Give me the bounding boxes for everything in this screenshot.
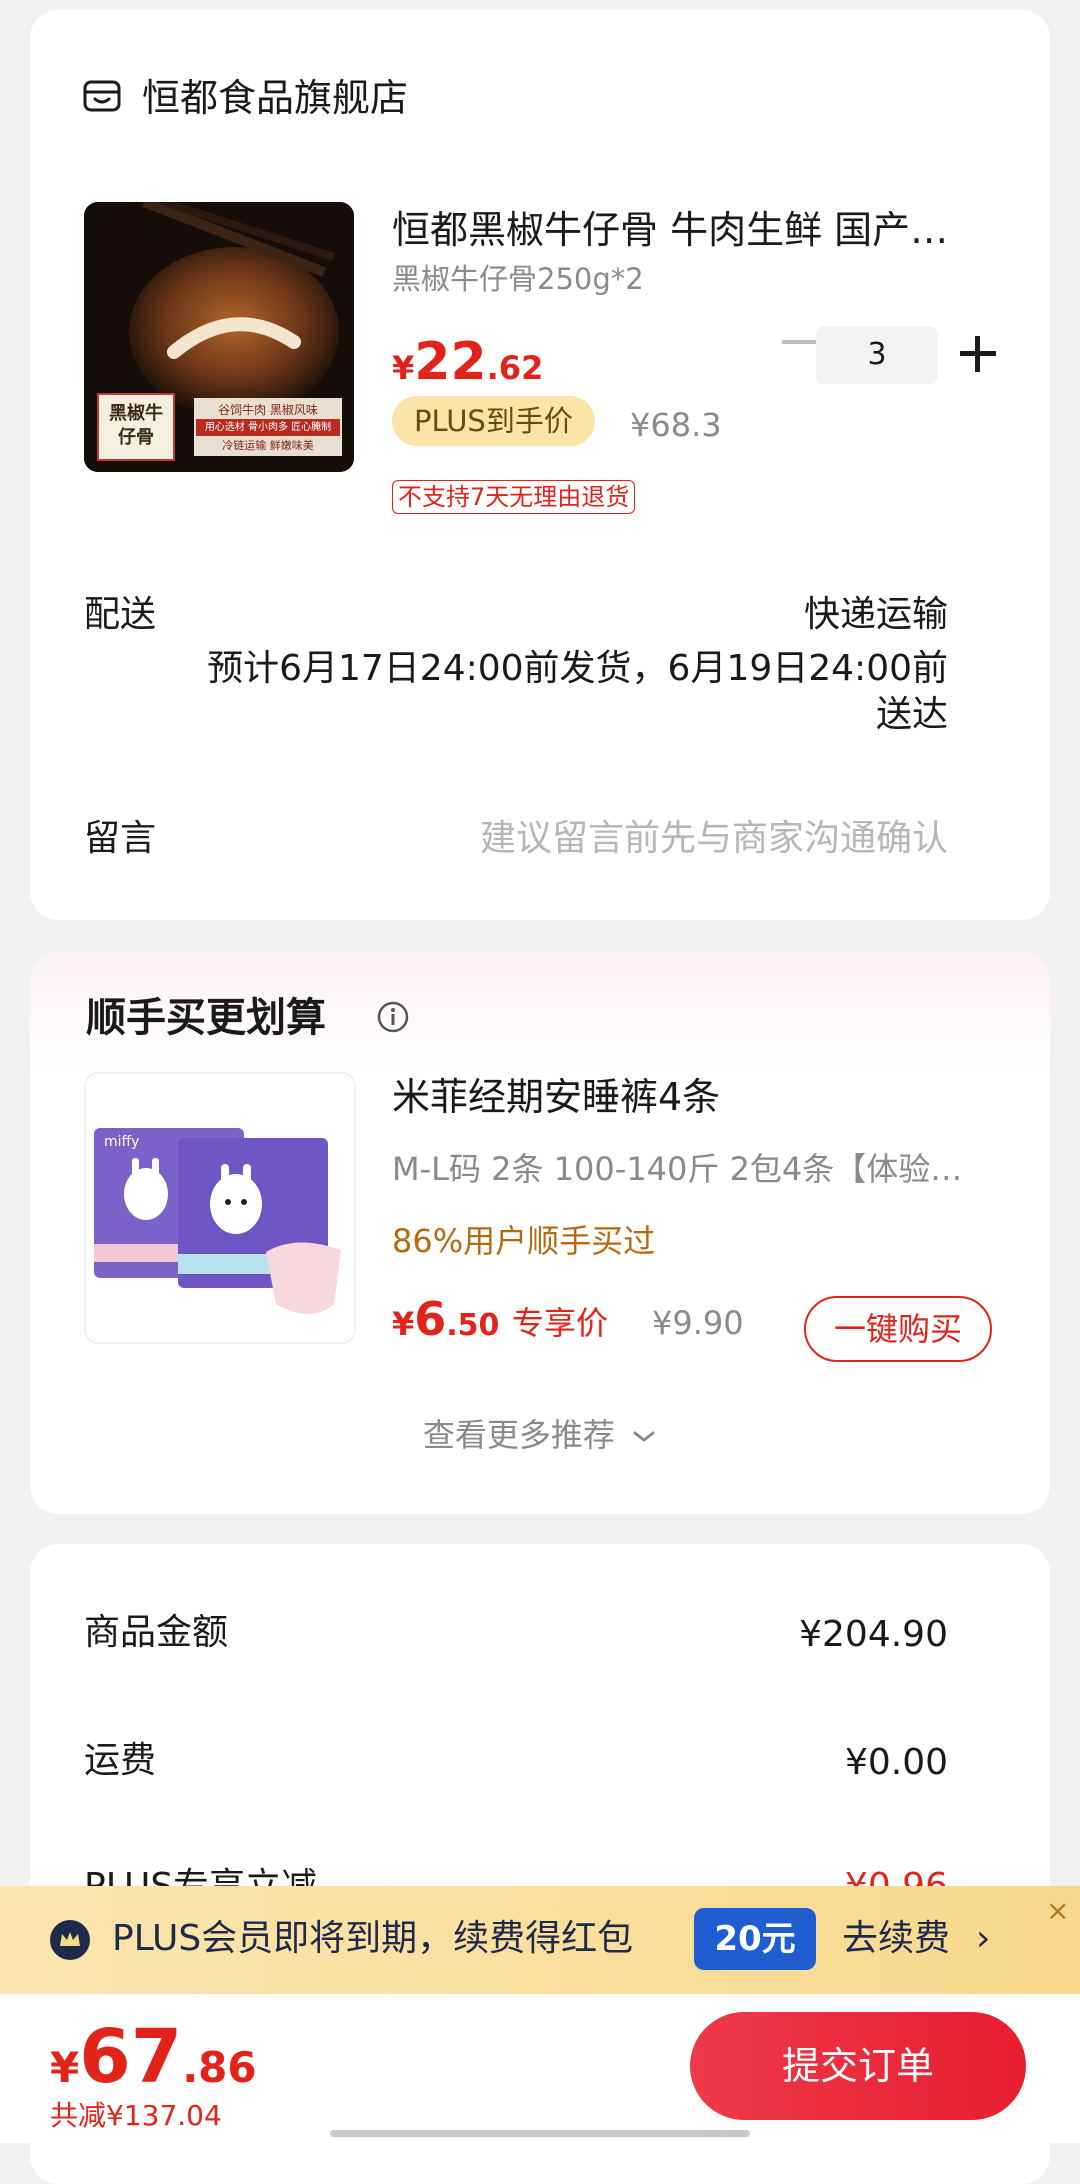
goods-amount-value: ¥204.90	[799, 1614, 948, 1655]
store-name[interactable]: 恒都食品旗舰店	[142, 74, 408, 122]
original-price: ¥68.3	[630, 406, 722, 444]
message-label: 留言	[84, 818, 157, 859]
quantity-decrease-button[interactable]	[782, 340, 818, 344]
checkout-bar: ¥67.86 共减¥137.04 提交订单	[0, 1994, 1080, 2143]
rec-price-currency: ¥	[392, 1305, 415, 1343]
rec-price-integer: 6	[414, 1292, 447, 1346]
image-caption-right-2: 用心选材 骨小肉多 匠心腌制	[196, 419, 340, 436]
info-icon[interactable]	[376, 1000, 410, 1034]
recommend-original-price: ¥9.90	[652, 1304, 744, 1342]
more-recommendations-label: 查看更多推荐	[422, 1416, 615, 1454]
product-spec[interactable]: 黑椒牛仔骨250g*2	[392, 260, 644, 298]
plus-red-packet-amount: 20元	[694, 1908, 816, 1970]
return-policy-tag: 不支持7天无理由退货	[392, 480, 636, 514]
recommend-price: ¥6.50	[392, 1292, 499, 1346]
product-title[interactable]: 恒都黑椒牛仔骨 牛肉生鲜 国产…	[392, 206, 982, 254]
goods-amount-label: 商品金额	[84, 1612, 229, 1653]
quantity-increase-button[interactable]	[960, 336, 996, 372]
plus-crown-icon	[50, 1920, 90, 1960]
freight-value: ¥0.00	[844, 1742, 948, 1783]
plus-renew-link[interactable]: 去续费	[842, 1914, 950, 1964]
store-icon	[83, 80, 121, 112]
more-recommendations-link[interactable]: 查看更多推荐	[30, 1414, 1050, 1456]
home-indicator[interactable]	[330, 2130, 750, 2137]
price-currency: ¥	[392, 349, 415, 387]
quantity-input[interactable]: 3	[816, 326, 938, 384]
price-integer: 22	[414, 332, 487, 392]
store-card: 恒都食品旗舰店 黑椒牛仔骨 谷饲牛肉 黑椒风味 用心选材 骨小肉多 匠心腌制 冷…	[30, 10, 1050, 920]
rec-price-decimal: .50	[446, 1308, 500, 1343]
total-currency: ¥	[50, 2043, 80, 2092]
plus-banner-text: PLUS会员即将到期，续费得红包	[112, 1918, 634, 1959]
exclusive-price-label: 专享价	[512, 1304, 609, 1342]
recommend-item-name[interactable]: 米菲经期安睡裤4条	[392, 1072, 720, 1122]
freight-label: 运费	[84, 1740, 157, 1781]
total-integer: 67	[79, 2014, 183, 2100]
shipping-date: 预计6月17日24:00前发货，6月19日24:00前送达	[207, 648, 948, 735]
total-price: ¥67.86	[50, 2014, 257, 2100]
shipping-method[interactable]: 快递运输	[804, 592, 948, 638]
recommend-title: 顺手买更划算	[86, 995, 326, 1041]
close-icon[interactable]: ×	[1046, 1896, 1069, 1926]
product-price: ¥22.62	[392, 332, 543, 392]
image-caption-right-1: 谷饲牛肉 黑椒风味	[218, 403, 318, 417]
submit-order-button[interactable]: 提交订单	[690, 2012, 1026, 2120]
message-input[interactable]: 建议留言前先与商家沟通确认	[480, 816, 948, 862]
chevron-right-icon: ›	[976, 1918, 991, 1959]
total-decimal: .86	[182, 2043, 257, 2092]
recommend-photo	[86, 1074, 354, 1342]
shipping-label: 配送	[84, 594, 157, 635]
image-caption-right-3: 冷链运输 鲜嫩味美	[222, 439, 314, 452]
recommend-image[interactable]: miffy	[84, 1072, 356, 1344]
chevron-down-icon	[633, 1431, 655, 1442]
plus-renewal-banner[interactable]: PLUS会员即将到期，续费得红包 20元 去续费 › ×	[0, 1886, 1080, 1994]
total-discount[interactable]: 共减¥137.04	[50, 2098, 222, 2134]
plus-price-badge: PLUS到手价	[392, 396, 595, 446]
recommend-card: 顺手买更划算 miffy 米菲经期安睡裤4条 M-L码 2条 100-140斤 …	[30, 952, 1050, 1514]
image-caption-left: 黑椒牛仔骨	[109, 403, 163, 448]
image-brand-label: miffy	[104, 1134, 140, 1150]
price-decimal: .62	[486, 349, 544, 387]
product-image[interactable]: 黑椒牛仔骨 谷饲牛肉 黑椒风味 用心选材 骨小肉多 匠心腌制 冷链运输 鲜嫩味美	[84, 202, 354, 472]
recommend-item-spec[interactable]: M-L码 2条 100-140斤 2包4条【体验…	[392, 1148, 1012, 1190]
recommend-bought-rate: 86%用户顺手买过	[392, 1222, 656, 1260]
one-click-buy-button[interactable]: 一键购买	[804, 1296, 992, 1362]
